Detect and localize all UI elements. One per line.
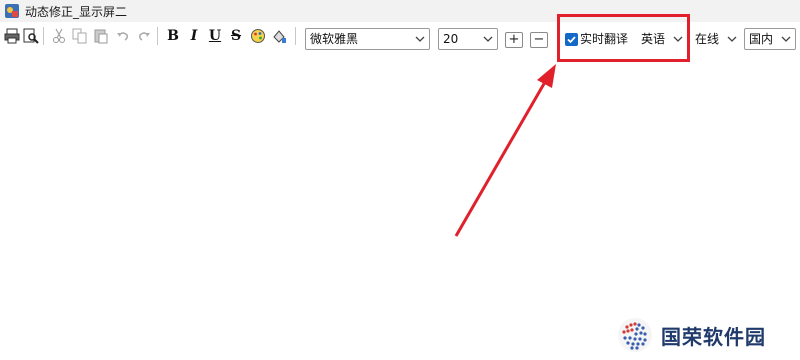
watermark-logo: 国荣软件园 — [615, 315, 766, 355]
annotation-arrow — [454, 64, 556, 237]
globe-logo-icon — [618, 318, 652, 352]
watermark-text: 国荣软件园 — [661, 324, 766, 349]
